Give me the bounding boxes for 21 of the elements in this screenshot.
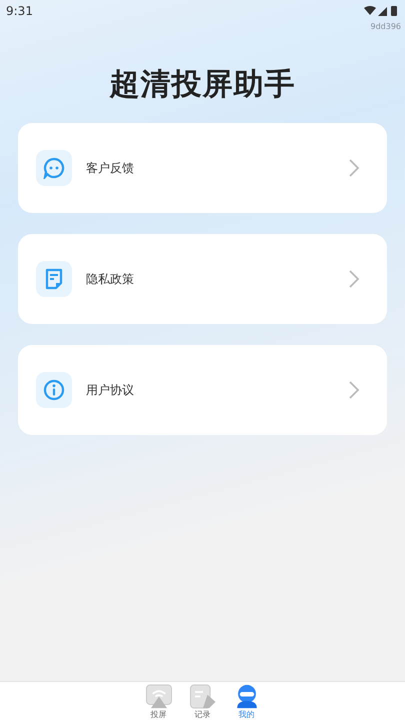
tab-item[interactable]: 投屏 xyxy=(144,684,174,720)
cast-screen-icon xyxy=(144,684,174,709)
menu-label: 客户反馈 xyxy=(86,160,135,176)
menu-card[interactable]: 隐私政策 xyxy=(18,234,387,324)
menu-label: 用户协议 xyxy=(86,382,135,398)
chevron-right-icon xyxy=(349,159,359,177)
menu-label: 隐私政策 xyxy=(86,270,135,288)
menu-card[interactable]: 客户反馈 xyxy=(18,123,387,213)
menu-card[interactable]: 用户协议 xyxy=(18,345,387,435)
chevron-right-icon xyxy=(349,270,359,288)
build-tag: 9dd396 xyxy=(370,22,401,34)
status-icons xyxy=(363,5,399,17)
status-time: 9:31 xyxy=(6,4,33,18)
tab-item[interactable]: 我的 xyxy=(232,684,262,720)
info-icon xyxy=(43,379,65,401)
chat-bubble-icon xyxy=(43,157,65,179)
app-title: 超清投屏助手 xyxy=(108,66,296,104)
tab-item[interactable]: 记录 xyxy=(188,684,218,720)
notes-icon xyxy=(188,684,218,709)
chevron-right-icon xyxy=(349,381,359,399)
document-icon xyxy=(45,268,63,290)
